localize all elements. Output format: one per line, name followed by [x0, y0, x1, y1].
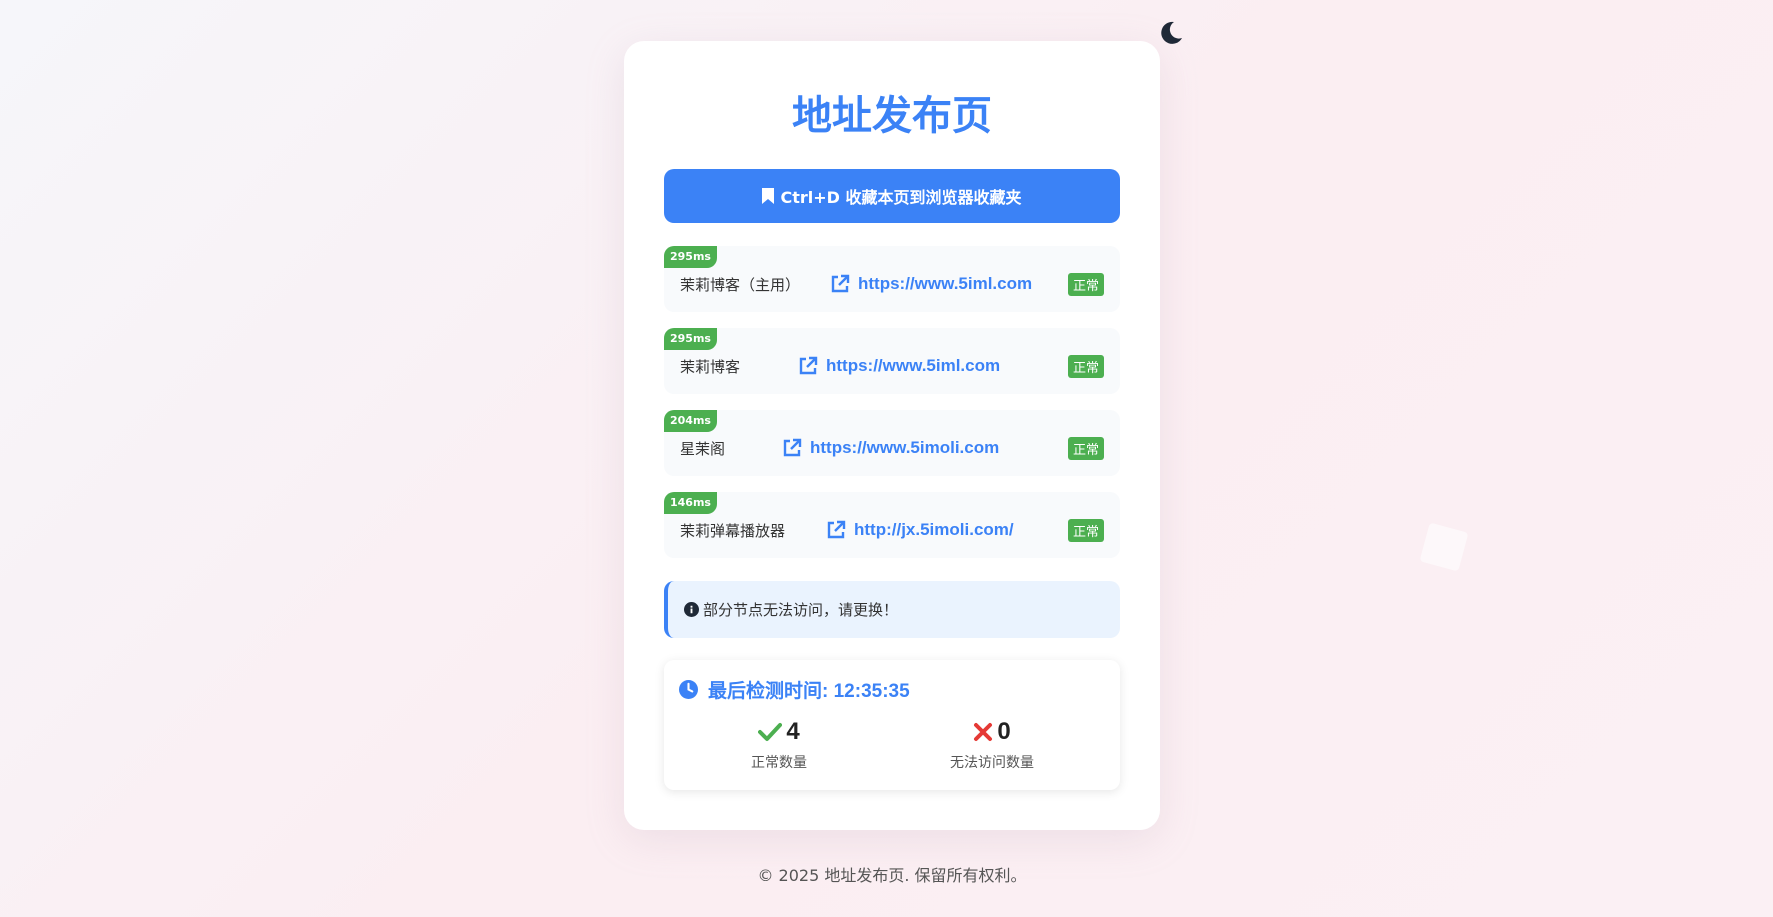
notice-text: 部分节点无法访问，请更换！ — [703, 601, 899, 619]
link-url-text: http://jx.5imoli.com/ — [854, 520, 1014, 539]
stats-card: 最后检测时间: 12:35:35 4 正常数量 0 无法访问数量 — [664, 660, 1120, 790]
external-link-icon — [827, 520, 846, 539]
status-badge: 正常 — [1067, 436, 1104, 460]
link-url-text: https://www.5iml.com — [826, 356, 1001, 375]
list-item: 295ms 茉莉博客（主用） https://www.5iml.com 正常 — [664, 246, 1120, 312]
link-url[interactable]: https://www.5iml.com — [830, 274, 1068, 294]
bookmark-label: Ctrl+D 收藏本页到浏览器收藏夹 — [780, 188, 1022, 207]
notice-box: 部分节点无法访问，请更换！ — [664, 581, 1120, 638]
check-icon — [758, 723, 783, 741]
ok-count: 4 — [786, 718, 800, 745]
main-card: 地址发布页 Ctrl+D 收藏本页到浏览器收藏夹 295ms 茉莉博客（主用） … — [624, 41, 1160, 830]
latency-badge: 295ms — [664, 246, 717, 268]
footer-text: © 2025 地址发布页. 保留所有权利。 — [757, 866, 1027, 885]
ok-label: 正常数量 — [751, 755, 807, 771]
link-url[interactable]: https://www.5imoli.com — [782, 438, 1068, 458]
link-name: 茉莉弹幕播放器 — [680, 521, 786, 540]
link-name: 星茉阁 — [680, 439, 726, 458]
bookmark-icon — [762, 188, 775, 204]
fail-label: 无法访问数量 — [950, 755, 1034, 771]
link-url[interactable]: https://www.5iml.com — [798, 356, 1068, 376]
list-item: 204ms 星茉阁 https://www.5imoli.com 正常 — [664, 410, 1120, 476]
link-url-text: https://www.5imoli.com — [810, 438, 1000, 457]
external-link-icon — [831, 274, 850, 293]
latency-badge: 146ms — [664, 492, 717, 514]
link-list: 295ms 茉莉博客（主用） https://www.5iml.com 正常 2… — [664, 246, 1120, 574]
external-link-icon — [783, 438, 802, 457]
list-item: 295ms 茉莉博客 https://www.5iml.com 正常 — [664, 328, 1120, 394]
status-badge: 正常 — [1067, 518, 1104, 542]
link-name: 茉莉博客 — [680, 357, 741, 376]
cross-icon — [974, 723, 993, 741]
page-title: 地址发布页 — [792, 93, 992, 139]
status-badge: 正常 — [1067, 354, 1104, 378]
status-badge: 正常 — [1067, 272, 1104, 296]
latency-badge: 204ms — [664, 410, 717, 432]
list-item: 146ms 茉莉弹幕播放器 http://jx.5imoli.com/ 正常 — [664, 492, 1120, 558]
fail-count: 0 — [997, 718, 1011, 745]
theme-toggle-button[interactable] — [1154, 16, 1188, 50]
moon-icon — [1161, 21, 1182, 44]
last-check-text: 最后检测时间: 12:35:35 — [708, 681, 910, 702]
stat-fail: 0 无法访问数量 — [892, 716, 1092, 772]
link-url[interactable]: http://jx.5imoli.com/ — [826, 520, 1068, 540]
info-icon — [684, 602, 699, 617]
stat-ok: 4 正常数量 — [679, 716, 879, 772]
external-link-icon — [799, 356, 818, 375]
link-name: 茉莉博客（主用） — [680, 275, 801, 294]
link-url-text: https://www.5iml.com — [858, 274, 1033, 293]
last-check: 最后检测时间: 12:35:35 — [679, 676, 910, 703]
bookmark-button[interactable]: Ctrl+D 收藏本页到浏览器收藏夹 — [664, 169, 1120, 223]
latency-badge: 295ms — [664, 328, 717, 350]
clock-icon — [679, 680, 698, 699]
decorative-shape — [1419, 522, 1469, 572]
